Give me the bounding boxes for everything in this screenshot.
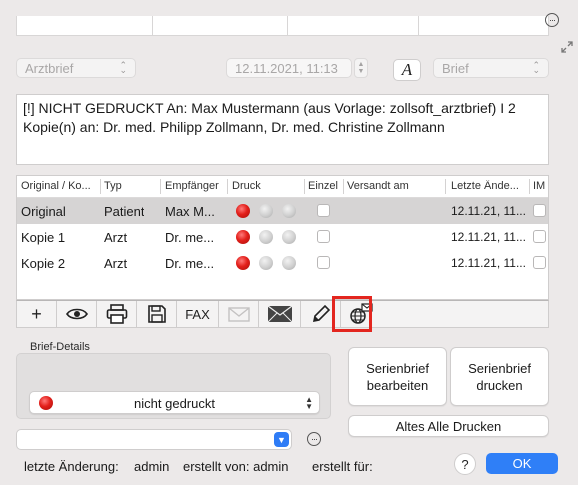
print-status-dot[interactable] [282,256,296,270]
col-header-single[interactable]: Einzel [308,180,344,192]
recipient-combo[interactable]: ▼ [16,429,292,450]
single-checkbox[interactable] [317,204,330,217]
col-header-recipient[interactable]: Empfänger [165,180,225,192]
table-row[interactable]: Kopie 2 Arzt Dr. me... 12.11.21, 11... [17,250,548,276]
resize-icon[interactable] [560,40,574,57]
cell-changed: 12.11.21, 11... [451,230,526,244]
cell-changed: 12.11.21, 11... [451,204,526,218]
preview-button[interactable] [57,301,97,327]
add-button[interactable]: + [17,301,57,327]
print-status-value: nicht gedruckt [134,396,215,411]
print-status-dot[interactable] [236,256,250,270]
cell-recipient: Max M... [165,204,215,219]
table-header: Original / Ko... Typ Empfänger Druck Ein… [17,176,548,198]
print-status-select[interactable]: nicht gedruckt ▲ ▼ [29,391,320,414]
created-for: erstellt für: [312,459,373,474]
col-header-im[interactable]: IM [533,180,549,192]
last-change-value: admin [134,459,170,474]
send-mail-button[interactable] [259,301,301,327]
save-button[interactable] [137,301,177,327]
eye-icon [65,308,88,320]
chevron-updown-icon: ⌃ ⌄ [119,60,127,75]
header-cell [153,16,288,35]
cell-changed: 12.11.21, 11... [451,256,526,270]
print-status-dot[interactable] [236,204,250,218]
chevron-updown-icon: ⌃ ⌄ [532,60,540,75]
datetime-stepper[interactable]: ▲ ▼ [354,58,368,78]
header-cell [288,16,420,35]
print-status-dot[interactable] [259,204,273,218]
fax-button[interactable]: FAX [177,301,219,327]
envelope-icon [227,306,250,322]
cell-type: Patient [104,204,145,219]
im-checkbox[interactable] [533,204,546,217]
im-checkbox[interactable] [533,256,546,269]
cell-name: Original [21,204,66,219]
pencil-icon [312,304,330,323]
col-header-type[interactable]: Typ [104,180,160,192]
print-status-dot[interactable] [282,204,296,218]
table-row[interactable]: Original Patient Max M... 12.11.21, 11..… [17,198,548,224]
cell-name: Kopie 1 [21,230,66,245]
table-row[interactable]: Kopie 1 Arzt Dr. me... 12.11.21, 11... [17,224,548,250]
font-button[interactable]: A [393,59,421,81]
column-divider[interactable] [227,179,228,194]
brief-details-label: Brief-Details [30,341,90,353]
column-divider[interactable] [529,179,530,194]
recipients-table: Original / Ko... Typ Empfänger Druck Ein… [16,175,549,300]
email-button[interactable] [219,301,259,327]
cell-name: Kopie 2 [21,256,66,271]
single-checkbox[interactable] [317,256,330,269]
column-divider[interactable] [304,179,305,194]
header-cell [17,16,154,35]
letter-type-select[interactable]: Arztbrief ⌃ ⌄ [16,58,136,78]
envelope-filled-icon [267,305,292,323]
more-options-icon[interactable]: ··· [545,13,559,27]
column-divider[interactable] [445,179,446,194]
doc-type-select[interactable]: Brief ⌃ ⌄ [433,58,549,78]
header-cell [419,16,548,35]
serial-letter-edit-button[interactable]: Serienbrief bearbeiten [348,347,447,406]
table-toolbar: + FAX [16,300,549,328]
print-status-dot[interactable] [236,230,250,244]
doc-type-value: Brief [442,60,469,76]
col-header-sent[interactable]: Versandt am [347,180,447,192]
printer-icon [106,304,127,324]
column-divider[interactable] [343,179,344,194]
highlight-box [332,296,372,332]
col-header-print[interactable]: Druck [232,180,302,192]
single-checkbox[interactable] [317,230,330,243]
letter-type-value: Arztbrief [25,60,74,76]
col-header-original[interactable]: Original / Ko... [21,180,101,192]
serial-letter-print-button[interactable]: Serienbrief drucken [450,347,549,406]
cell-recipient: Dr. me... [165,230,215,245]
print-status-dot[interactable] [259,256,273,270]
column-divider[interactable] [160,179,161,194]
datetime-value: 12.11.2021, 11:13 [235,60,338,76]
chevron-down-icon[interactable]: ▼ [274,432,289,447]
help-button[interactable]: ? [454,453,476,475]
cell-recipient: Dr. me... [165,256,215,271]
last-change-label: letzte Änderung: [24,459,119,474]
print-all-old-button[interactable]: Altes Alle Drucken [348,415,549,437]
chevron-updown-icon: ▲ ▼ [305,395,313,411]
datetime-field[interactable]: 12.11.2021, 11:13 [226,58,352,78]
cell-type: Arzt [104,256,128,271]
floppy-disk-icon [147,305,166,323]
serial-letter-print-label: Serienbrief drucken [468,360,531,393]
col-header-changed[interactable]: Letzte Ände... [451,180,529,192]
header-strip [16,16,549,36]
message-textarea[interactable]: [!] NICHT GEDRUCKT An: Max Mustermann (a… [16,94,549,165]
column-divider[interactable] [100,179,101,194]
im-checkbox[interactable] [533,230,546,243]
created-by: erstellt von: admin [183,459,289,474]
print-button[interactable] [97,301,137,327]
cell-type: Arzt [104,230,128,245]
print-status-dot[interactable] [282,230,296,244]
print-status-dot[interactable] [259,230,273,244]
serial-letter-edit-label: Serienbrief bearbeiten [366,360,429,393]
more-options-icon[interactable]: ··· [307,432,321,446]
ok-button[interactable]: OK [486,453,558,474]
